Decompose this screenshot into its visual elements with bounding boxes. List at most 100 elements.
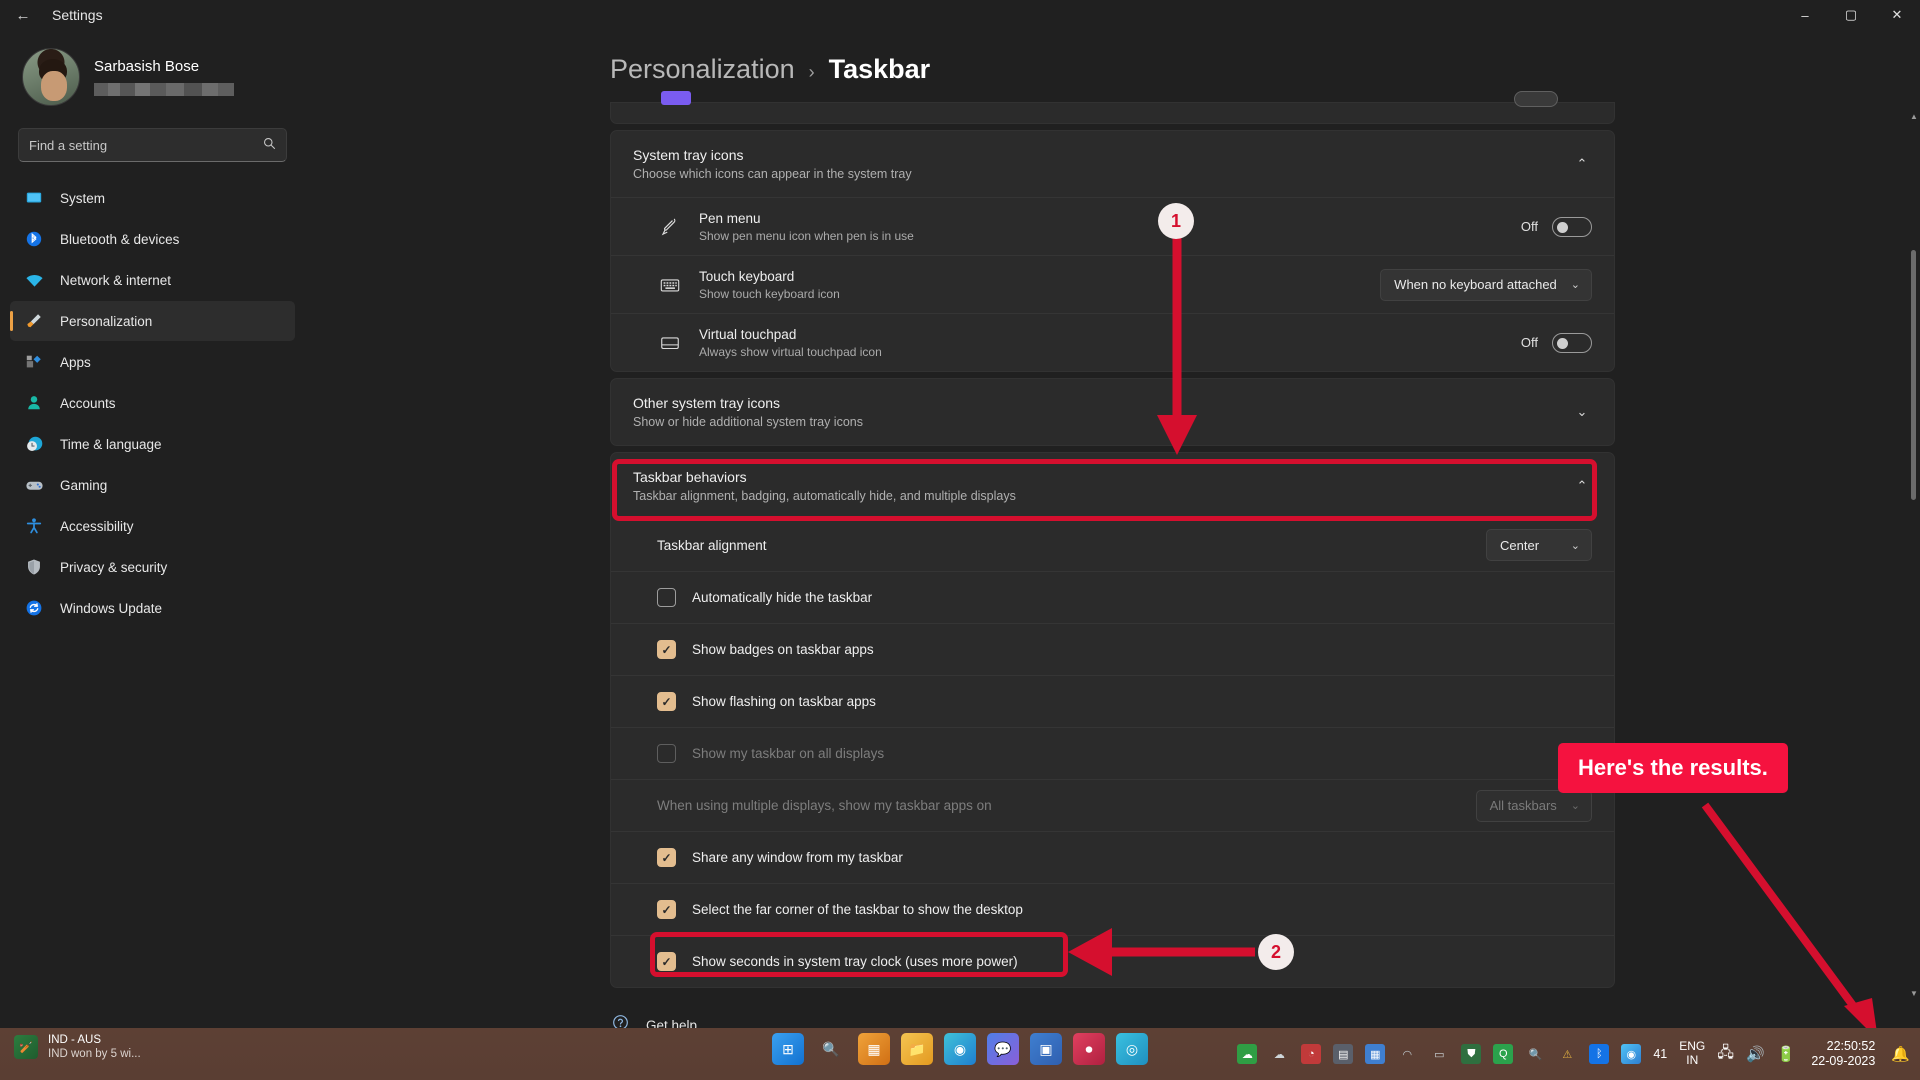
toggle-state-label: Off: [1520, 335, 1538, 350]
sidebar-item-label: Gaming: [60, 477, 108, 493]
window-titlebar: ← Settings – ▢ ✕: [0, 0, 1920, 30]
partial-icon: [661, 91, 691, 105]
sidebar-item-bluetooth-devices[interactable]: Bluetooth & devices: [10, 219, 295, 259]
update-icon: [24, 598, 44, 618]
profile-email-redacted: [94, 83, 234, 96]
settings-scroll-area: System tray icons Choose which icons can…: [610, 91, 1615, 1042]
sidebar-item-network-internet[interactable]: Network & internet: [10, 260, 295, 300]
show-badges-checkbox[interactable]: [657, 640, 676, 659]
checkbox-row-far-corner[interactable]: Select the far corner of the taskbar to …: [611, 883, 1614, 935]
section-subtitle: Choose which icons can appear in the sys…: [633, 167, 912, 181]
checkbox-row-show-flashing[interactable]: Show flashing on taskbar apps: [611, 675, 1614, 727]
breadcrumb-separator: ›: [808, 62, 815, 82]
sidebar-item-apps[interactable]: Apps: [10, 342, 295, 382]
chevron-down-icon[interactable]: ⌄: [1572, 404, 1592, 420]
scroll-down-arrow[interactable]: ▼: [1910, 989, 1918, 998]
pen-icon: [657, 214, 683, 240]
cloud-icon[interactable]: ☁: [1269, 1044, 1289, 1064]
multi-display-dropdown: All taskbars ⌄: [1475, 789, 1592, 822]
window-title: Settings: [52, 7, 103, 23]
battery-icon[interactable]: 🔋: [1777, 1045, 1796, 1063]
show-flashing-checkbox[interactable]: [657, 692, 676, 711]
notification-bell-icon[interactable]: 🔔: [1891, 1045, 1910, 1063]
accessibility-icon: [24, 516, 44, 536]
profile-section[interactable]: Sarbasish Bose: [0, 30, 305, 124]
scroll-up-arrow[interactable]: ▲: [1910, 112, 1918, 121]
search-icon[interactable]: 🔍: [815, 1033, 847, 1065]
sidebar-item-accessibility[interactable]: Accessibility: [10, 506, 295, 546]
setting-row-pen-menu[interactable]: Pen menu Show pen menu icon when pen is …: [611, 197, 1614, 255]
battery-percent-label: 41: [1653, 1047, 1668, 1061]
quickbooks-tray-icon[interactable]: Q: [1493, 1044, 1514, 1064]
taskbar-news-widget[interactable]: 🏏 IND - AUS IND won by 5 wi...: [14, 1034, 141, 1060]
checkbox-row-show-badges[interactable]: Show badges on taskbar apps: [611, 623, 1614, 675]
volume-icon[interactable]: 🔊: [1746, 1045, 1765, 1063]
vertical-scrollbar[interactable]: ▲ ▼: [1910, 112, 1918, 998]
taskbar-behaviors-highlight: [612, 459, 1597, 521]
teams-icon[interactable]: ▣: [1030, 1033, 1062, 1065]
scrollbar-thumb[interactable]: [1911, 250, 1916, 500]
setting-row-taskbar-alignment[interactable]: Taskbar alignment Center ⌄: [611, 519, 1614, 571]
breadcrumb: Personalization › Taskbar: [610, 54, 930, 85]
sidebar-item-accounts[interactable]: Accounts: [10, 383, 295, 423]
close-button[interactable]: ✕: [1874, 0, 1920, 30]
other-system-tray-icons-card: Other system tray icons Show or hide add…: [610, 378, 1615, 446]
far-corner-checkbox[interactable]: [657, 900, 676, 919]
avatar: [22, 48, 80, 106]
warning-tray-icon[interactable]: ⚠: [1557, 1044, 1577, 1064]
network-icon[interactable]: 🖧: [1717, 1042, 1734, 1067]
other-system-tray-icons-header[interactable]: Other system tray icons Show or hide add…: [611, 379, 1614, 445]
setting-row-touch-keyboard[interactable]: Touch keyboard Show touch keyboard icon …: [611, 255, 1614, 313]
shield-icon: [24, 557, 44, 577]
setting-row-virtual-touchpad[interactable]: Virtual touchpad Always show virtual tou…: [611, 313, 1614, 371]
checkbox-row-share-window[interactable]: Share any window from my taskbar: [611, 831, 1614, 883]
edge-icon[interactable]: ◉: [944, 1033, 976, 1065]
partial-toggle[interactable]: [1514, 91, 1558, 107]
taskbar-alignment-dropdown[interactable]: Center ⌄: [1486, 529, 1592, 561]
record-icon[interactable]: ⏺: [1073, 1033, 1105, 1065]
auto-hide-checkbox[interactable]: [657, 588, 676, 607]
search-tray-icon[interactable]: 🔍: [1525, 1044, 1545, 1064]
minimize-button[interactable]: –: [1782, 0, 1828, 30]
bluetooth-tray-icon[interactable]: ᛒ: [1589, 1044, 1610, 1064]
calculator-tray-icon[interactable]: ▤: [1333, 1044, 1354, 1064]
start-icon[interactable]: ⊞: [772, 1033, 804, 1065]
sidebar-item-system[interactable]: System: [10, 178, 295, 218]
share-window-checkbox[interactable]: [657, 848, 676, 867]
back-button[interactable]: ←: [0, 0, 46, 30]
sidebar-item-label: Accessibility: [60, 518, 134, 534]
taskbar-clock[interactable]: 22:50:52 22-09-2023: [1811, 1039, 1875, 1069]
chrome-tray-icon[interactable]: ◉: [1621, 1044, 1642, 1064]
grid-tray-icon[interactable]: ▦: [1365, 1044, 1386, 1064]
virtual-touchpad-toggle[interactable]: [1552, 332, 1592, 353]
monitor-icon: [24, 188, 44, 208]
dropdown-value: When no keyboard attached: [1394, 277, 1557, 292]
file-explorer-icon[interactable]: 📁: [901, 1033, 933, 1065]
maximize-button[interactable]: ▢: [1828, 0, 1874, 30]
sidebar-item-gaming[interactable]: Gaming: [10, 465, 295, 505]
checkbox-row-auto-hide[interactable]: Automatically hide the taskbar: [611, 571, 1614, 623]
shield-tray-icon[interactable]: ⛊: [1461, 1044, 1482, 1064]
app-tray-icon[interactable]: ◔: [1301, 1044, 1322, 1064]
sidebar-item-privacy-security[interactable]: Privacy & security: [10, 547, 295, 587]
partial-card-above: [610, 91, 1615, 124]
sidebar-item-personalization[interactable]: Personalization: [10, 301, 295, 341]
monitor-tray-icon[interactable]: ▭: [1429, 1044, 1449, 1064]
breadcrumb-parent[interactable]: Personalization: [610, 54, 795, 85]
task-view-icon[interactable]: ▦: [858, 1033, 890, 1065]
search-input[interactable]: Find a setting: [18, 128, 287, 162]
chevron-up-icon[interactable]: ⌃: [1572, 156, 1592, 172]
breadcrumb-current: Taskbar: [828, 54, 931, 84]
sidebar-item-windows-update[interactable]: Windows Update: [10, 588, 295, 628]
sidebar-item-time-language[interactable]: Time & language: [10, 424, 295, 464]
onedrive-icon[interactable]: ☁: [1237, 1044, 1258, 1064]
brush-icon: [24, 311, 44, 331]
sidebar-item-label: Apps: [60, 354, 91, 370]
chat-icon[interactable]: 💬: [987, 1033, 1019, 1065]
pen-menu-toggle[interactable]: [1552, 216, 1592, 237]
app-icon[interactable]: ◎: [1116, 1033, 1148, 1065]
language-indicator[interactable]: ENG IN: [1679, 1039, 1705, 1068]
system-tray-icons-header[interactable]: System tray icons Choose which icons can…: [611, 131, 1614, 197]
cloud2-tray-icon[interactable]: ◠: [1397, 1044, 1417, 1064]
touch-keyboard-dropdown[interactable]: When no keyboard attached ⌄: [1380, 268, 1592, 301]
